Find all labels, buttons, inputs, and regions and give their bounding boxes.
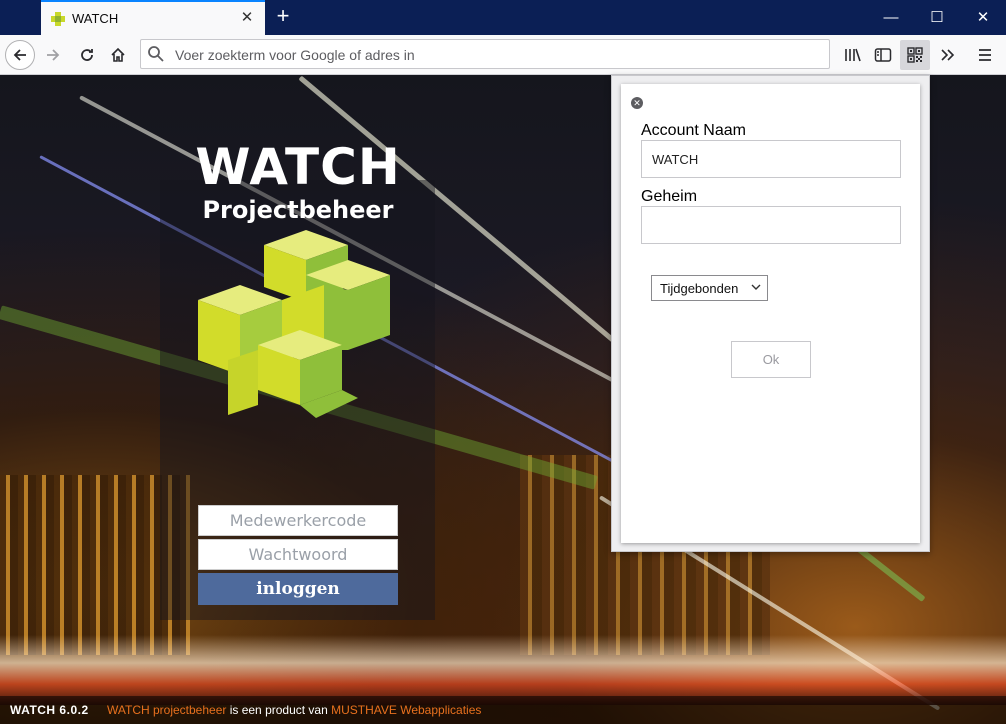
employee-code-input[interactable]: [198, 505, 398, 536]
minimize-button[interactable]: —: [868, 0, 914, 35]
back-button[interactable]: [5, 40, 35, 70]
version-label: WATCH 6.0.2: [10, 703, 89, 717]
account-name-input[interactable]: [641, 140, 901, 178]
sidebar-button[interactable]: [868, 40, 898, 70]
url-input[interactable]: [173, 44, 817, 66]
qr-extension-button[interactable]: [900, 40, 930, 70]
account-name-label: Account Naam: [641, 122, 746, 139]
credit-text: is een product van: [226, 703, 332, 717]
qr-extension-icon: [907, 47, 923, 63]
road-light-trails: [0, 635, 1006, 705]
watch-logo-icon: [198, 230, 390, 418]
reload-button[interactable]: [72, 40, 102, 70]
back-icon: [13, 49, 26, 61]
secret-input[interactable]: [641, 206, 901, 244]
product-link[interactable]: WATCH projectbeheer: [107, 703, 226, 717]
navigation-toolbar: [0, 35, 1006, 75]
address-bar[interactable]: [140, 39, 830, 69]
password-input[interactable]: [198, 539, 398, 570]
popup-card: ✕ Account Naam Geheim Tijdgebonden Ok: [621, 84, 920, 543]
library-button[interactable]: [838, 40, 868, 70]
otp-type-select[interactable]: Tijdgebonden: [651, 275, 768, 301]
library-icon: [845, 48, 861, 62]
menu-icon: [979, 49, 991, 61]
otp-type-value: Tijdgebonden: [660, 281, 739, 296]
watch-favicon-icon: [51, 12, 65, 26]
tab-close-icon[interactable]: ✕: [237, 8, 257, 28]
secret-label: Geheim: [641, 188, 698, 205]
forward-button[interactable]: [38, 40, 68, 70]
new-tab-button[interactable]: +: [271, 5, 295, 29]
reload-icon: [81, 49, 93, 61]
home-icon: [111, 47, 125, 62]
credit-line: WATCH projectbeheer is een product van M…: [107, 696, 481, 724]
sidebar-icon: [874, 48, 892, 62]
overflow-icon: [941, 49, 955, 61]
forward-icon: [47, 49, 60, 61]
page-footer: WATCH 6.0.2 WATCH projectbeheer is een p…: [0, 696, 1006, 724]
window-close-button[interactable]: ✕: [960, 0, 1006, 35]
tab-strip: WATCH ✕ + — ☐ ✕: [0, 0, 1006, 35]
ok-button[interactable]: Ok: [731, 341, 811, 378]
search-icon: [148, 46, 164, 62]
app-subtitle: Projectbeheer: [202, 196, 394, 224]
tab-title: WATCH: [72, 11, 119, 26]
maximize-button[interactable]: ☐: [914, 0, 960, 35]
extension-popup: ✕ Account Naam Geheim Tijdgebonden Ok: [611, 75, 930, 552]
company-link[interactable]: MUSTHAVE Webapplicaties: [331, 703, 481, 717]
popup-close-icon[interactable]: ✕: [631, 97, 643, 109]
home-button[interactable]: [103, 40, 133, 70]
chevron-down-icon: [751, 284, 761, 290]
menu-button[interactable]: [970, 40, 1000, 70]
tab-watch[interactable]: WATCH ✕: [41, 0, 265, 35]
overflow-button[interactable]: [932, 40, 962, 70]
app-title: WATCH: [195, 138, 401, 196]
login-button[interactable]: inloggen: [198, 573, 398, 605]
